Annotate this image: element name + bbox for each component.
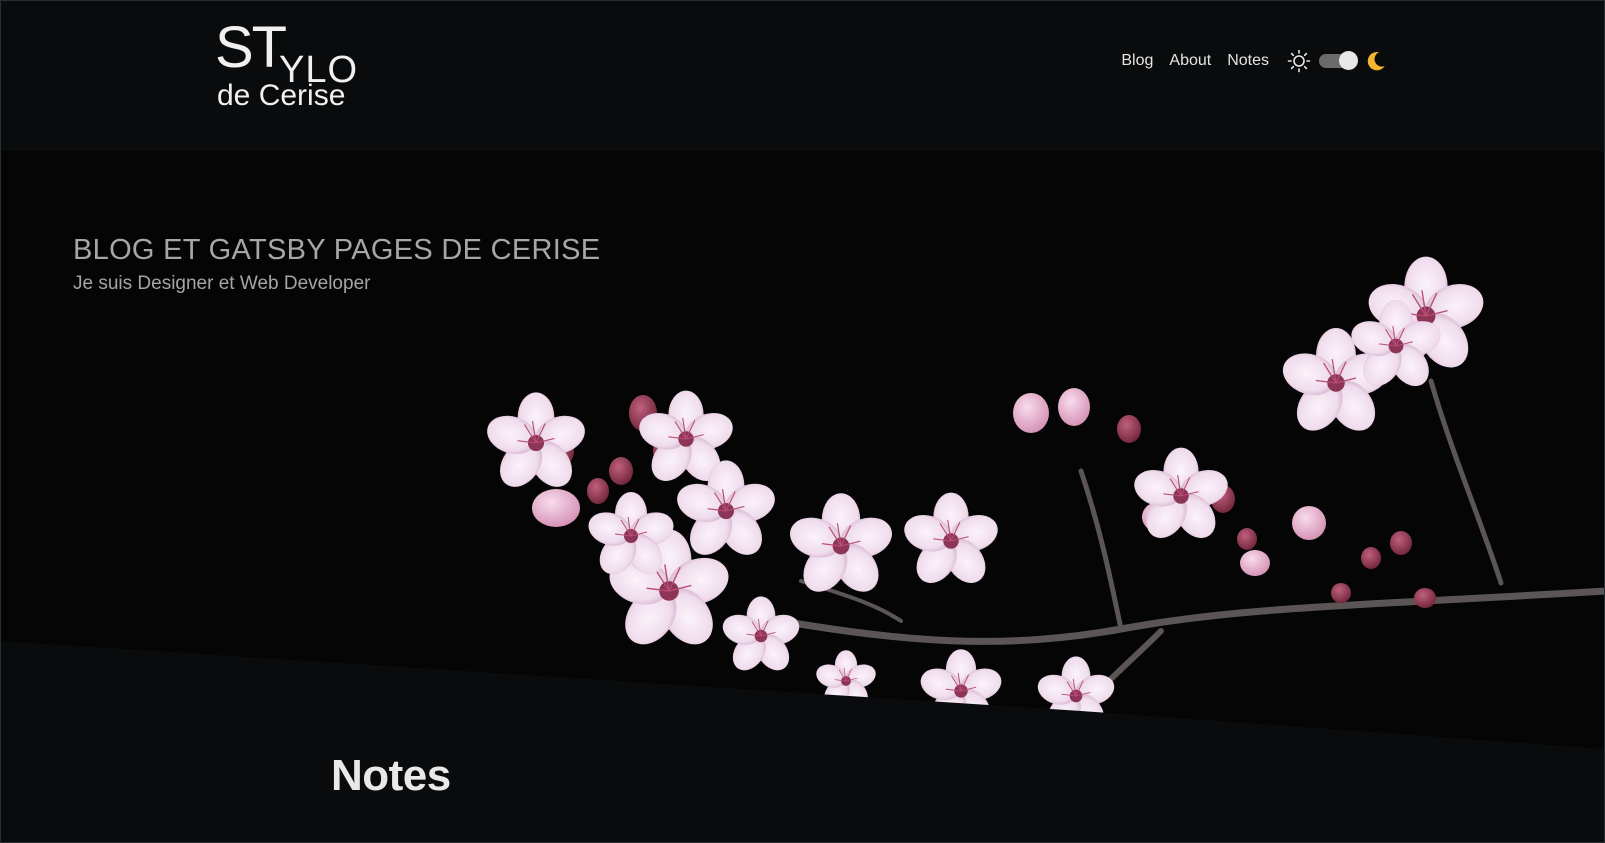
hero-title: BLOG ET GATSBY PAGES DE CERISE bbox=[73, 234, 601, 266]
theme-switch[interactable] bbox=[1319, 51, 1358, 70]
nav-link-about[interactable]: About bbox=[1169, 52, 1211, 70]
hero-text: BLOG ET GATSBY PAGES DE CERISE Je suis D… bbox=[73, 234, 600, 295]
theme-toggle[interactable] bbox=[1287, 49, 1387, 73]
sun-icon[interactable] bbox=[1287, 49, 1311, 73]
moon-icon[interactable] bbox=[1365, 50, 1387, 72]
logo-mark-st: ST bbox=[215, 15, 287, 80]
theme-switch-knob[interactable] bbox=[1339, 51, 1358, 70]
nav-link-notes[interactable]: Notes bbox=[1227, 52, 1269, 70]
page: ST YLO de Cerise Blog About Notes BLOG E… bbox=[0, 0, 1605, 843]
nav-link-blog[interactable]: Blog bbox=[1121, 52, 1153, 70]
site-logo[interactable]: ST YLO de Cerise bbox=[215, 19, 375, 111]
section-title-notes: Notes bbox=[331, 751, 451, 800]
hero-subtitle: Je suis Designer et Web Developer bbox=[73, 273, 371, 294]
main-nav: Blog About Notes bbox=[1121, 49, 1387, 73]
logo-subtitle: de Cerise bbox=[217, 79, 346, 112]
